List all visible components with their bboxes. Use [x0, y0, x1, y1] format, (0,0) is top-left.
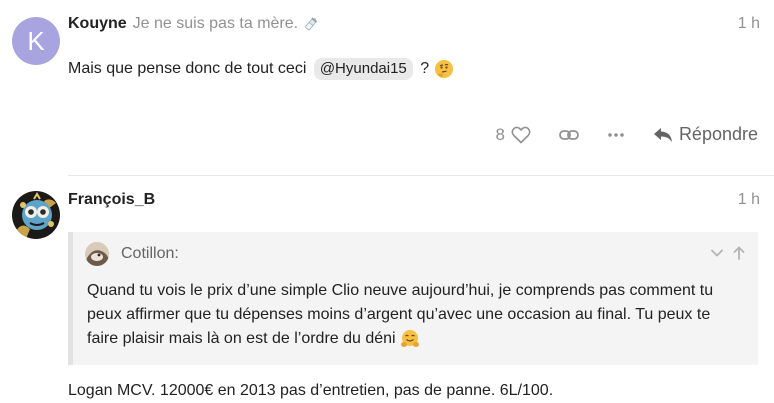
arrow-up-icon[interactable]: [732, 246, 746, 260]
quote-controls: [702, 246, 746, 260]
quote-author[interactable]: Cotillon:: [121, 245, 179, 263]
username[interactable]: Kouyne: [68, 15, 127, 33]
share-link-button[interactable]: [559, 128, 579, 142]
post-time[interactable]: 1 h: [738, 15, 760, 33]
post: François_B 1 h Cotillon: Quand tu vois l…: [0, 176, 774, 403]
quote-text-block: Quand tu vois le prix d’une simple Clio …: [87, 279, 740, 351]
avatar[interactable]: [12, 191, 60, 239]
mention-link[interactable]: @Hyundai15: [313, 58, 413, 80]
post-content: Logan MCV. 12000€ en 2013 pas d’entretie…: [68, 379, 760, 403]
robot-avatar-icon: [12, 191, 60, 239]
baby-bottle-icon: [305, 17, 318, 31]
thinking-face-icon: [434, 59, 453, 78]
post: K Kouyne Je ne suis pas ta mère. 1 h Mai…: [0, 0, 774, 175]
avatar-letter: K: [27, 25, 45, 56]
post-time[interactable]: 1 h: [738, 191, 760, 209]
heart-icon: [511, 126, 531, 143]
post-text-after: ?: [420, 60, 430, 77]
hugging-face-icon: [401, 329, 420, 347]
quote-avatar[interactable]: [85, 242, 109, 266]
quote-header: Cotillon:: [85, 242, 179, 266]
chevron-down-icon[interactable]: [710, 246, 724, 260]
reply-button[interactable]: Répondre: [653, 124, 758, 145]
quote-block: Cotillon: Quand tu vois le prix d’une si…: [68, 232, 758, 365]
ellipsis-icon: [608, 132, 624, 137]
quote-avatar-image-icon: [85, 242, 109, 266]
post-text: Logan MCV. 12000€ en 2013 pas d’entretie…: [68, 382, 554, 399]
post-text: Mais que pense donc de tout ceci: [68, 60, 307, 77]
post-meta: François_B 1 h: [68, 191, 760, 209]
user-title: Je ne suis pas ta mère.: [133, 15, 320, 33]
post-meta: Kouyne Je ne suis pas ta mère. 1 h: [68, 15, 760, 33]
post-actions: 8 Répondre: [495, 124, 758, 145]
username[interactable]: François_B: [68, 191, 155, 209]
post-content: Mais que pense donc de tout ceci @Hyunda…: [68, 57, 760, 81]
link-icon: [559, 129, 579, 140]
more-actions-button[interactable]: [607, 132, 625, 138]
like-count[interactable]: 8: [495, 125, 504, 145]
user-title-text: Je ne suis pas ta mère.: [132, 15, 299, 32]
reply-label: Répondre: [678, 124, 758, 144]
avatar[interactable]: K: [12, 17, 60, 65]
like-button[interactable]: 8: [495, 125, 531, 145]
reply-arrow-icon: [653, 127, 672, 142]
